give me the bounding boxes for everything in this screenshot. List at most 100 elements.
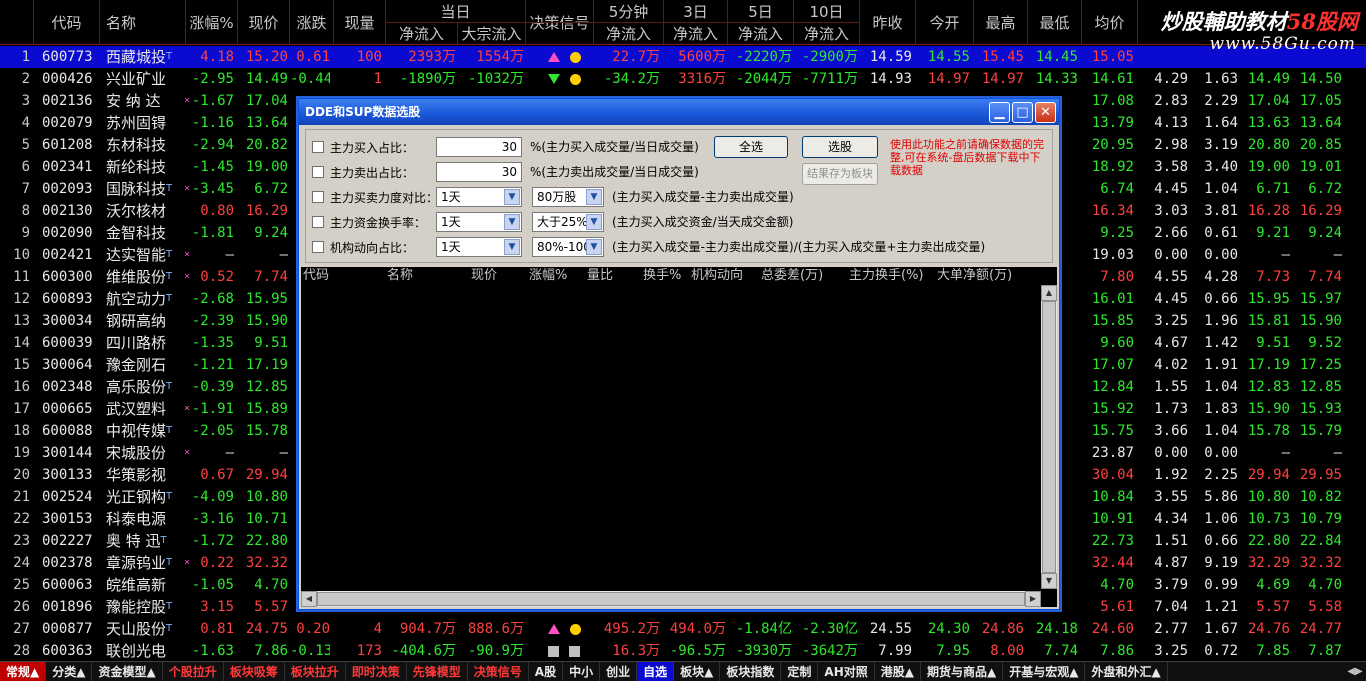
table-row[interactable]: 28 600363 联创光电 -1.63 7.86 -0.13 173 -404.6万 -90.… — [0, 640, 1366, 661]
tab-13[interactable]: 板块▲ — [674, 662, 721, 681]
header-net-inflow[interactable]: 净流入 — [386, 22, 458, 44]
header-open[interactable]: 今开 — [916, 0, 974, 45]
cell-e1: 1.55 — [1154, 379, 1188, 395]
result-list[interactable]: 代码 名称 现价 涨幅% 量比 换手% 机构动向 总委差(万) 主力换手(%) … — [301, 267, 1057, 607]
tab-7[interactable]: 先锋模型 — [407, 662, 468, 681]
tab-18[interactable]: 期货与商品▲ — [921, 662, 1004, 681]
scroll-thumb-h[interactable] — [317, 592, 1025, 606]
tab-17[interactable]: 港股▲ — [875, 662, 921, 681]
scroll-left-icon[interactable]: ◀ — [301, 591, 317, 607]
select-institution-days[interactable]: 1天 ▼ — [436, 237, 522, 257]
cell-name: 金智科技 — [106, 224, 167, 242]
horizontal-scrollbar[interactable]: ◀ ▶ — [301, 591, 1041, 607]
pick-stock-button[interactable]: 选股 — [802, 136, 878, 158]
list-header-order-diff[interactable]: 总委差(万) — [761, 267, 823, 285]
select-force-amount[interactable]: 80万股 ▼ — [532, 187, 604, 207]
cell-e1: 1.73 — [1154, 401, 1188, 417]
select-institution-range[interactable]: 80%-100% ▼ — [532, 237, 604, 257]
tab-14[interactable]: 板块指数 — [720, 662, 782, 681]
list-header-institution[interactable]: 机构动向 — [691, 267, 743, 285]
opt-main-buy[interactable]: 主力买入占比： — [312, 137, 414, 157]
maximize-button[interactable]: □ — [1012, 102, 1033, 123]
close-button[interactable]: ✕ — [1035, 102, 1056, 123]
header-3day-inflow[interactable]: 净流入 — [664, 22, 728, 44]
select-turnover-days[interactable]: 1天 ▼ — [436, 212, 522, 232]
scroll-right-icon[interactable]: ▶ — [1025, 591, 1041, 607]
header-change-pct[interactable]: 涨幅% — [186, 0, 238, 45]
opt-force-compare[interactable]: 主力买卖力度对比： — [312, 187, 438, 207]
chevron-down-icon[interactable]: ▼ — [586, 214, 602, 230]
cell-e2: 1.63 — [1204, 71, 1238, 87]
opt-turnover[interactable]: 主力资金换手率： — [312, 212, 426, 232]
checkbox-main-sell[interactable] — [312, 166, 324, 178]
table-row[interactable]: 1 600773 西藏城投T 4.18 15.20 0.61 100 2393万 1554万 22… — [0, 46, 1366, 68]
header-block-inflow[interactable]: 大宗流入 — [458, 22, 526, 44]
tab-15[interactable]: 定制 — [781, 662, 819, 681]
tab-20[interactable]: 外盘和外汇▲ — [1085, 662, 1168, 681]
tab-19[interactable]: 开基与宏观▲ — [1003, 662, 1086, 681]
opt-main-sell[interactable]: 主力卖出占比： — [312, 162, 414, 182]
tab-6[interactable]: 即时决策 — [346, 662, 407, 681]
header-change[interactable]: 涨跌 — [290, 0, 334, 45]
scroll-thumb[interactable] — [1042, 301, 1056, 573]
cell-e1: 3.03 — [1154, 203, 1188, 219]
minimize-button[interactable]: ▁ — [989, 102, 1010, 123]
list-header-code[interactable]: 代码 — [303, 267, 329, 285]
header-high[interactable]: 最高 — [974, 0, 1028, 45]
select-all-button[interactable]: 全选 — [714, 136, 788, 158]
tab-1[interactable]: 分类▲ — [46, 662, 93, 681]
select-turnover-rate[interactable]: 大于25% ▼ — [532, 212, 604, 232]
header-code[interactable]: 代码 — [34, 0, 100, 45]
tab-12[interactable]: 自选 — [637, 662, 675, 681]
tab-scroll-icon[interactable]: ◀▶ — [1344, 662, 1366, 681]
checkbox-turnover[interactable] — [312, 216, 324, 228]
list-header-volume-ratio[interactable]: 量比 — [587, 267, 613, 285]
cell-d3: -96.5万 — [669, 643, 726, 659]
scroll-down-icon[interactable]: ▼ — [1041, 573, 1057, 589]
vertical-scrollbar[interactable]: ▲ ▼ — [1041, 285, 1057, 589]
chevron-down-icon[interactable]: ▼ — [504, 214, 520, 230]
list-header-turnover[interactable]: 换手% — [643, 267, 681, 285]
list-header-main-turnover[interactable]: 主力换手(%) — [849, 267, 924, 285]
list-header-change[interactable]: 涨幅% — [529, 267, 567, 285]
chevron-down-icon[interactable]: ▼ — [586, 239, 602, 255]
input-main-sell[interactable]: 30 — [436, 162, 522, 182]
header-name[interactable]: 名称 — [100, 0, 186, 45]
opt-institution[interactable]: 机构动向占比： — [312, 237, 414, 257]
tab-11[interactable]: 创业 — [600, 662, 638, 681]
checkbox-institution[interactable] — [312, 241, 324, 253]
chevron-down-icon[interactable]: ▼ — [586, 189, 602, 205]
table-row[interactable]: 27 000877 天山股份T 0.81 24.75 0.20 4 904.7万 888.6万 4… — [0, 618, 1366, 640]
chevron-down-icon[interactable]: ▼ — [504, 239, 520, 255]
tab-4[interactable]: 板块吸筹 — [224, 662, 285, 681]
input-main-buy[interactable]: 30 — [436, 137, 522, 157]
list-header-name[interactable]: 名称 — [387, 267, 413, 285]
tab-5[interactable]: 板块拉升 — [285, 662, 346, 681]
list-header-price[interactable]: 现价 — [471, 267, 497, 285]
cell-code: 601208 — [42, 137, 93, 153]
tab-2[interactable]: 资金模型▲ — [92, 662, 163, 681]
header-price[interactable]: 现价 — [238, 0, 290, 45]
header-low[interactable]: 最低 — [1028, 0, 1082, 45]
header-prev-close[interactable]: 昨收 — [860, 0, 916, 45]
select-force-days[interactable]: 1天 ▼ — [436, 187, 522, 207]
header-avg[interactable]: 均价 — [1082, 0, 1138, 45]
list-header-big-order[interactable]: 大单净额(万) — [937, 267, 1012, 285]
tab-9[interactable]: A股 — [529, 662, 564, 681]
cell-e4: 7.74 — [1308, 269, 1342, 285]
tab-3[interactable]: 个股拉升 — [163, 662, 224, 681]
chevron-down-icon[interactable]: ▼ — [504, 189, 520, 205]
tab-16[interactable]: AH对照 — [818, 662, 875, 681]
header-5min-inflow[interactable]: 净流入 — [594, 22, 664, 44]
checkbox-force-compare[interactable] — [312, 191, 324, 203]
table-row[interactable]: 2 000426 兴业矿业 -2.95 14.49 -0.44 1 -1890万 -1032万 -… — [0, 68, 1366, 90]
scroll-up-icon[interactable]: ▲ — [1041, 285, 1057, 301]
header-10day-inflow[interactable]: 净流入 — [794, 22, 860, 44]
header-volume[interactable]: 现量 — [334, 0, 386, 45]
header-5day-inflow[interactable]: 净流入 — [728, 22, 794, 44]
tab-0[interactable]: 常规▲ — [0, 662, 47, 681]
tab-10[interactable]: 中小 — [563, 662, 601, 681]
checkbox-main-buy[interactable] — [312, 141, 324, 153]
tab-8[interactable]: 决策信号 — [468, 662, 529, 681]
save-as-block-button[interactable]: 结果存为板块 — [802, 163, 878, 185]
